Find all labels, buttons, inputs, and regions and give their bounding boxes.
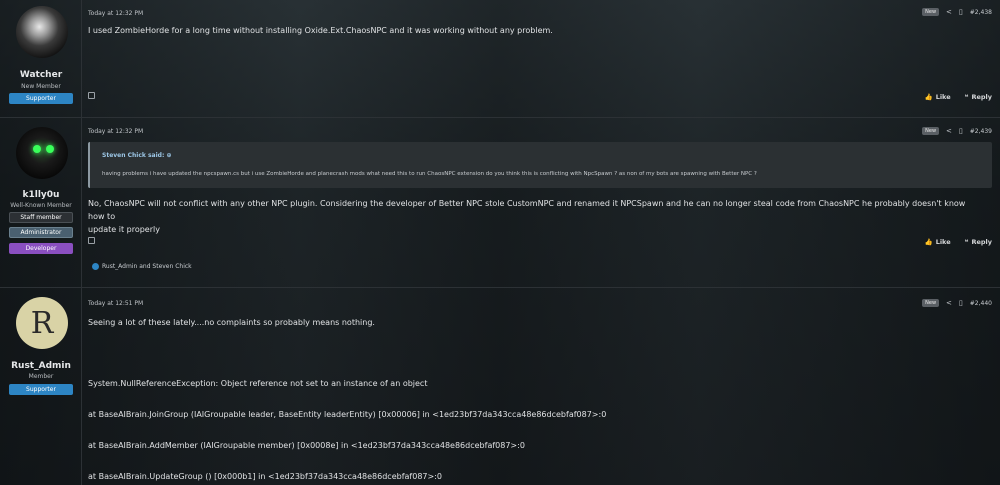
role-badge-staff: Staff member [9,212,73,223]
username[interactable]: Rust_Admin [0,361,82,371]
user-column: Watcher New Member Supporter [0,0,82,117]
select-checkbox[interactable] [88,237,95,244]
thumbs-up-icon: 👍 [924,93,933,101]
expand-quote-icon[interactable]: ⊕ [166,152,171,159]
reply-button[interactable]: ❝ Reply [965,93,992,101]
reaction-bar: 👍 Like ❝ Reply [925,238,992,246]
post-number[interactable]: #2,438 [970,9,992,16]
bookmark-icon[interactable]: ▯ [959,127,963,135]
thumbs-up-icon: 👍 [924,238,933,246]
role-badge-developer: Developer [9,243,73,254]
avatar[interactable] [16,127,68,179]
post-message-line: System.NullReferenceException: Object re… [88,379,428,388]
post-date[interactable]: Today at 12:51 PM [88,300,143,307]
post-message-line: at BaseAIBrain.JoinGroup (IAIGroupable l… [88,410,607,419]
role-badge-supporter: Supporter [9,93,73,104]
share-icon[interactable]: < [946,299,952,307]
reactions-summary[interactable]: Rust_Admin and Steven Chick [92,263,192,270]
new-badge: New [922,299,940,307]
user-title: Member [28,373,54,380]
post-message-line: at BaseAIBrain.UpdateGroup () [0x000b1] … [88,472,442,481]
post-actions: New < ▯ #2,440 [922,299,992,307]
quote-text: having problems i have updated the npcsp… [102,171,757,177]
bookmark-icon[interactable]: ▯ [959,299,963,307]
post-number[interactable]: #2,439 [970,128,992,135]
role-badge-administrator: Administrator [9,227,73,238]
post-message-line: Seeing a lot of these lately....no compl… [88,318,375,327]
share-icon[interactable]: < [946,8,952,16]
post-date[interactable]: Today at 12:32 PM [88,10,143,17]
username[interactable]: k1lly0u [0,190,82,200]
post-message-line: at BaseAIBrain.AddMember (IAIGroupable m… [88,441,525,450]
new-badge: New [922,8,940,16]
post-date[interactable]: Today at 12:32 PM [88,128,143,135]
username[interactable]: Watcher [0,70,82,80]
reply-icon: ❝ [964,238,969,246]
avatar-eye [33,145,41,153]
like-reaction-icon [92,263,99,270]
user-title: New Member [21,83,61,90]
role-badge-supporter: Supporter [9,384,73,395]
user-title: Well-Known Member [10,202,72,209]
avatar-eye [46,145,54,153]
quote-author[interactable]: Steven Chick said: ⊕ [102,152,171,159]
user-column: R Rust_Admin Member Supporter [0,288,82,485]
avatar[interactable]: R [16,297,68,349]
post-number[interactable]: #2,440 [970,300,992,307]
user-column: k1lly0u Well-Known Member Staff member A… [0,118,82,287]
avatar[interactable] [16,6,68,58]
like-button[interactable]: 👍 Like [925,238,951,246]
post-2440: R Rust_Admin Member Supporter Today at 1… [0,288,1000,485]
post-actions: New < ▯ #2,439 [922,127,992,135]
like-button[interactable]: 👍 Like [925,93,951,101]
select-checkbox[interactable] [88,92,95,99]
post-message: No, ChaosNPC will not conflict with any … [88,199,966,234]
quote-block: Steven Chick said: ⊕ having problems i h… [88,142,992,188]
post-actions: New < ▯ #2,438 [922,8,992,16]
reaction-bar: 👍 Like ❝ Reply [925,93,992,101]
bookmark-icon[interactable]: ▯ [959,8,963,16]
post-2438: Watcher New Member Supporter Today at 12… [0,0,1000,118]
reply-button[interactable]: ❝ Reply [965,238,992,246]
share-icon[interactable]: < [946,127,952,135]
new-badge: New [922,127,940,135]
reply-icon: ❝ [964,93,969,101]
post-message: I used ZombieHorde for a long time witho… [88,26,553,35]
post-2439: k1lly0u Well-Known Member Staff member A… [0,118,1000,288]
